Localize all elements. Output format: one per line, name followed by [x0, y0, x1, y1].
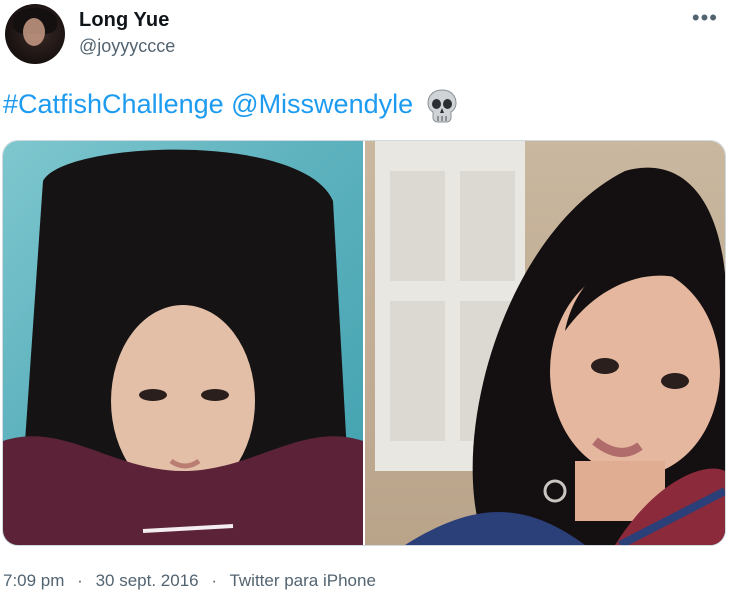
photo-right-art — [375, 141, 725, 545]
photo-right[interactable] — [365, 141, 725, 545]
tweet-time[interactable]: 7:09 pm — [3, 571, 64, 590]
photo-left[interactable] — [3, 141, 363, 545]
more-options-icon[interactable]: ••• — [692, 7, 718, 29]
separator-dot: · — [77, 571, 83, 590]
tweet-text: #CatfishChallenge @Misswendyle — [3, 86, 457, 123]
skull-icon — [427, 89, 457, 123]
author-handle[interactable]: @joyyyccce — [79, 36, 175, 57]
media-grid — [2, 140, 726, 546]
tweet-date[interactable]: 30 sept. 2016 — [96, 571, 199, 590]
tweet-source[interactable]: Twitter para iPhone — [229, 571, 375, 590]
tweet: Long Yue @joyyyccce ••• #CatfishChalleng… — [0, 0, 730, 595]
author-name[interactable]: Long Yue — [79, 9, 169, 32]
avatar-face — [23, 18, 45, 46]
tweet-footer: 7:09 pm · 30 sept. 2016 · Twitter para i… — [3, 571, 376, 591]
separator-dot: · — [211, 571, 218, 590]
mention-link[interactable]: @Misswendyle — [231, 89, 413, 119]
avatar[interactable] — [5, 4, 65, 64]
hashtag-link[interactable]: #CatfishChallenge — [3, 89, 224, 119]
photo-left-art — [3, 149, 363, 545]
